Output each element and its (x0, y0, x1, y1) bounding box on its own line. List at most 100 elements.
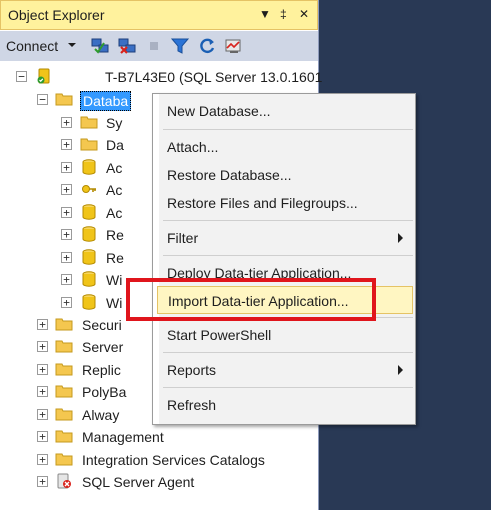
database-icon (82, 226, 96, 242)
menu-item-refresh[interactable]: Refresh (157, 391, 413, 419)
expand-toggle[interactable]: + (61, 117, 72, 128)
menu-item-label: Attach... (167, 139, 219, 155)
menu-item-label: Reports (167, 362, 217, 378)
node-label: Management (82, 429, 164, 445)
annotation-highlight-box (126, 278, 376, 321)
node-label: Alway (82, 407, 120, 423)
expand-toggle[interactable]: + (61, 252, 72, 263)
stop-icon[interactable] (145, 37, 165, 55)
folder-icon (55, 363, 73, 376)
node-label: SQL Server Agent (82, 474, 195, 490)
node-label: Re (106, 227, 124, 243)
menu-item-restore-files[interactable]: Restore Files and Filegroups... (157, 189, 413, 217)
expand-toggle[interactable]: + (61, 184, 72, 195)
menu-item-new-database[interactable]: New Database... (157, 97, 413, 125)
server-node[interactable]: − T-B7L43E0 (SQL Server 13.0.1601 (0, 66, 323, 88)
auto-hide-pin-icon[interactable]: ‡ (280, 6, 287, 22)
menu-separator (163, 220, 413, 221)
database-key-icon (82, 185, 96, 193)
node-label: Re (106, 250, 124, 266)
menu-item-start-powershell[interactable]: Start PowerShell (157, 321, 413, 349)
menu-item-label: New Database... (167, 103, 271, 119)
database-icon (82, 294, 96, 310)
node-label: PolyBa (82, 384, 127, 400)
menu-item-label: Restore Database... (167, 167, 292, 183)
expand-toggle[interactable]: + (37, 341, 48, 352)
folder-icon (55, 340, 73, 353)
sql-agent-icon (57, 473, 71, 489)
database-icon (82, 271, 96, 287)
expand-toggle[interactable]: + (61, 207, 72, 218)
panel-title: Object Explorer (8, 7, 105, 23)
databases-label: Databa (80, 91, 132, 111)
expand-toggle[interactable]: + (61, 297, 72, 308)
node-label: Wi (106, 272, 123, 288)
folder-icon (55, 93, 73, 106)
database-icon (82, 249, 96, 265)
folder-icon (55, 318, 73, 331)
node-label: Ac (106, 160, 123, 176)
expand-toggle[interactable]: + (37, 364, 48, 375)
expand-toggle[interactable]: + (37, 409, 48, 420)
connect-dropdown-arrow-icon[interactable] (68, 43, 76, 47)
folder-icon (55, 385, 73, 398)
node-label: Server (82, 339, 124, 355)
expand-toggle[interactable]: + (37, 319, 48, 330)
menu-item-reports[interactable]: Reports (157, 356, 413, 384)
expand-toggle[interactable]: + (61, 274, 72, 285)
expand-toggle[interactable]: + (37, 476, 48, 487)
tree-node-management[interactable]: + Management (0, 426, 319, 448)
expand-toggle[interactable]: + (37, 386, 48, 397)
tree-node-integration-services[interactable]: + Integration Services Catalogs (0, 449, 319, 471)
expand-toggle[interactable]: + (37, 454, 48, 465)
folder-icon (80, 116, 98, 129)
filter-icon[interactable] (170, 37, 190, 55)
connect-object-explorer-icon[interactable] (90, 37, 110, 55)
node-label: Ac (106, 182, 123, 198)
expand-toggle[interactable]: + (61, 162, 72, 173)
database-icon (82, 204, 96, 220)
submenu-arrow-icon (398, 233, 403, 243)
menu-item-label: Start PowerShell (167, 327, 272, 343)
expand-toggle[interactable]: + (37, 431, 48, 442)
node-label: Integration Services Catalogs (82, 452, 265, 468)
menu-item-restore-database[interactable]: Restore Database... (157, 161, 413, 189)
menu-item-attach[interactable]: Attach... (157, 133, 413, 161)
object-explorer-toolbar: Connect (0, 31, 318, 61)
menu-item-label: Filter (167, 230, 199, 246)
expand-toggle[interactable]: + (61, 229, 72, 240)
node-label: Ac (106, 205, 123, 221)
menu-separator (163, 352, 413, 353)
connect-button[interactable]: Connect (6, 38, 58, 54)
expand-toggle[interactable]: + (61, 139, 72, 150)
menu-item-label: Refresh (167, 397, 217, 413)
menu-separator (163, 255, 413, 256)
node-label: Sy (106, 115, 123, 131)
server-name: T-B7L43E0 (SQL Server 13.0.1601 (105, 69, 323, 85)
menu-item-label: Restore Files and Filegroups... (167, 195, 358, 211)
menu-separator (163, 387, 413, 388)
folder-icon (80, 138, 98, 151)
node-label: Da (106, 137, 124, 153)
menu-separator (163, 129, 413, 130)
node-label: Securi (82, 317, 122, 333)
folder-icon (55, 430, 73, 443)
server-icon (37, 68, 50, 84)
database-icon (82, 159, 96, 175)
menu-item-filter[interactable]: Filter (157, 224, 413, 252)
folder-icon (55, 453, 73, 466)
refresh-icon[interactable] (197, 37, 217, 55)
node-label: Wi (106, 295, 123, 311)
window-position-dropdown-icon[interactable]: ▼ (259, 6, 271, 22)
panel-title-bar: Object Explorer ▼ ‡ ✕ (0, 0, 318, 30)
folder-icon (55, 408, 73, 421)
disconnect-icon[interactable] (117, 37, 137, 55)
activity-monitor-icon[interactable] (224, 37, 244, 55)
databases-context-menu: New Database... Attach... Restore Databa… (152, 93, 416, 425)
close-icon[interactable]: ✕ (299, 6, 309, 22)
tree-node-sql-server-agent[interactable]: + SQL Server Agent (0, 471, 319, 493)
submenu-arrow-icon (398, 365, 403, 375)
collapse-toggle[interactable]: − (37, 94, 48, 105)
collapse-toggle[interactable]: − (16, 71, 27, 82)
node-label: Replic (82, 362, 121, 378)
